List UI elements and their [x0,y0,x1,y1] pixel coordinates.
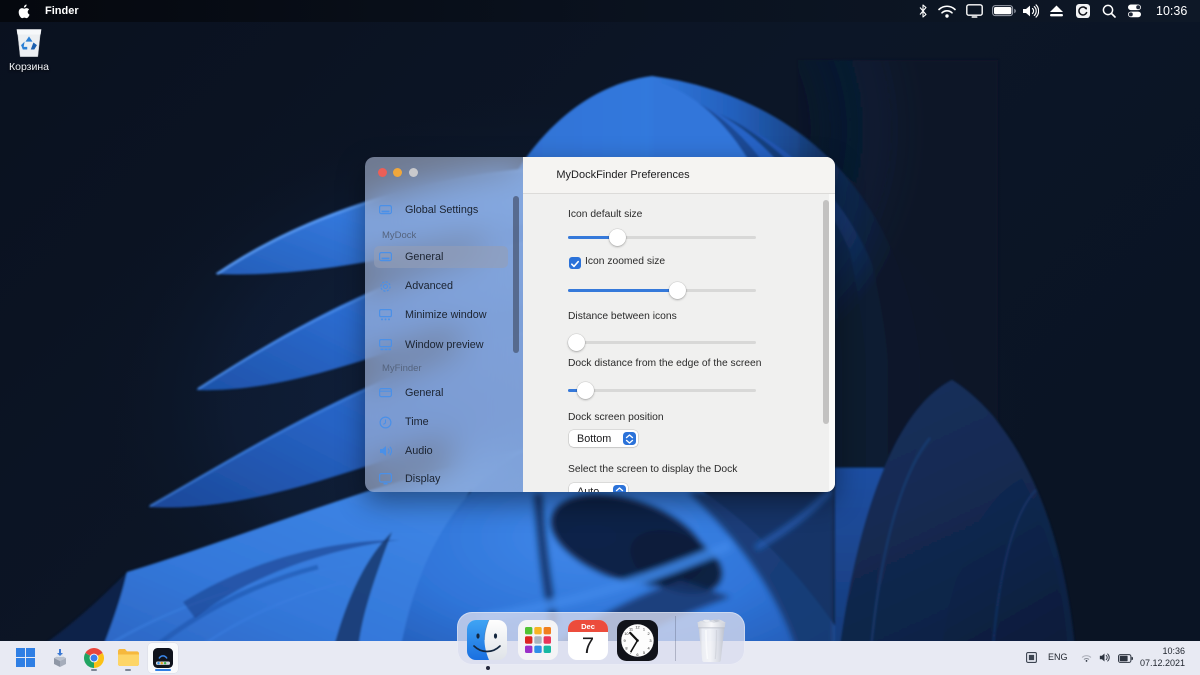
svg-text:11: 11 [629,626,633,631]
svg-text:8: 8 [625,645,627,650]
svg-text:Dec: Dec [581,622,595,631]
svg-text:5: 5 [643,650,645,655]
svg-text:3: 3 [649,638,651,643]
svg-text:2: 2 [648,631,650,636]
svg-text:6: 6 [636,652,638,657]
svg-text:1: 1 [643,626,645,631]
svg-text:12: 12 [635,625,639,630]
svg-text:7: 7 [582,633,594,658]
svg-text:9: 9 [624,638,626,643]
